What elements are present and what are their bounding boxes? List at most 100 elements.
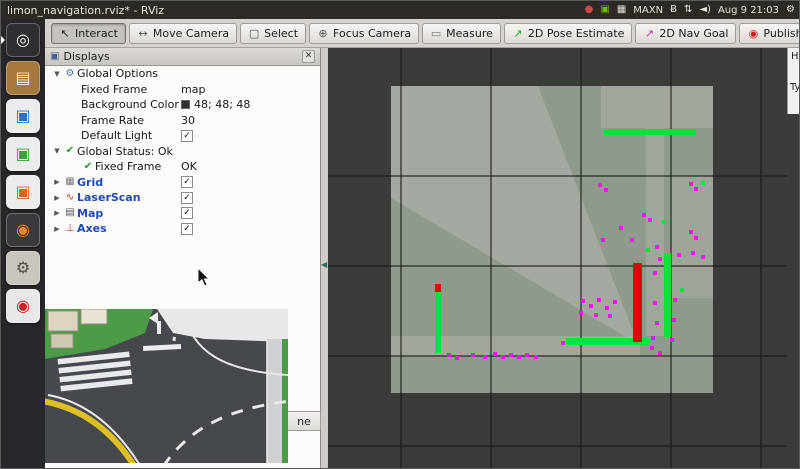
tree-row-default-light[interactable]: Default Light ✓ <box>45 128 320 144</box>
tree-row-axes[interactable]: ▶⊥Axes✓ <box>45 221 320 237</box>
laser-point-magenta <box>655 321 659 325</box>
move-camera-icon: ↔ <box>137 28 149 39</box>
laser-point-magenta <box>605 306 609 310</box>
laser-point-magenta <box>447 353 451 357</box>
camera-image-panel <box>45 309 288 463</box>
displays-panel-title: Displays <box>63 50 109 63</box>
keyboard-icon[interactable]: ▦ <box>617 5 626 15</box>
tool-select[interactable]: ▢Select <box>240 23 306 44</box>
dash-home-glyph: ◎ <box>16 32 30 48</box>
laser-point-magenta <box>642 213 646 217</box>
checkbox[interactable]: ✓ <box>181 192 193 204</box>
tree-label: Fixed Frame <box>81 83 147 96</box>
power-mode-label[interactable]: MAXN <box>633 5 663 16</box>
interact-cursor-icon: ↖ <box>59 28 71 39</box>
tree-row-global-status-ok[interactable]: ▼✔Global Status: Ok <box>45 144 320 160</box>
panel-splitter[interactable]: ◀ <box>321 48 328 469</box>
laser-point-magenta <box>672 318 676 322</box>
tree-label: Frame Rate <box>81 114 144 127</box>
rename-button[interactable]: ne <box>287 411 321 431</box>
laser-point-magenta <box>653 271 657 275</box>
select-box-icon: ▢ <box>248 28 260 39</box>
tree-row-global-options[interactable]: ▼⚙Global Options <box>45 66 320 82</box>
checkbox[interactable]: ✓ <box>181 130 193 142</box>
launcher-item-libreoffice-impress[interactable]: ▣ <box>6 175 40 209</box>
tree-label: Background Color <box>81 98 179 111</box>
tree-label: Default Light <box>81 129 152 142</box>
expander-right-icon[interactable]: ▶ <box>51 225 63 233</box>
tool-2d-pose-estimate[interactable]: ↗2D Pose Estimate <box>504 23 633 44</box>
goal-arrow-icon: ↗ <box>643 28 655 39</box>
check-icon: ✔ <box>81 162 95 172</box>
focus-camera-icon: ⊕ <box>317 28 329 39</box>
network-icon[interactable]: ⇅ <box>684 5 692 15</box>
laser-point-green <box>646 248 650 252</box>
laser-point-magenta <box>613 300 617 304</box>
laser-point-magenta <box>677 253 681 257</box>
camera-building <box>81 309 107 324</box>
displays-panel-header[interactable]: ▣ Displays ✕ <box>45 48 320 66</box>
tree-row-frame-rate[interactable]: Frame Rate 30 <box>45 113 320 129</box>
system-settings-glyph: ⚙ <box>16 260 30 276</box>
window-title: limon_navigation.rviz* - RViz <box>7 4 164 17</box>
tool-interact[interactable]: ↖Interact <box>51 23 126 44</box>
views-panel-hide-label[interactable]: H <box>791 51 799 62</box>
checkbox[interactable]: ✓ <box>181 176 193 188</box>
expander-right-icon[interactable]: ▶ <box>51 194 63 202</box>
launcher-item-libreoffice-writer[interactable]: ▣ <box>6 99 40 133</box>
checkbox[interactable]: ✓ <box>181 223 193 235</box>
files-glyph: ▤ <box>15 70 30 86</box>
gpu-icon[interactable]: ▣ <box>600 5 609 15</box>
system-settings-icon: ⚙ <box>6 251 40 285</box>
software-center-icon: ◉ <box>6 213 40 247</box>
bluetooth-icon[interactable]: Ƀ <box>670 5 677 15</box>
tool-measure[interactable]: ▭Measure <box>422 23 501 44</box>
tool-2d-nav-goal[interactable]: ↗2D Nav Goal <box>635 23 736 44</box>
laser-point-magenta <box>534 355 538 359</box>
laser-point-magenta <box>689 230 693 234</box>
tree-value[interactable]: 30 <box>181 114 195 127</box>
views-panel-edge[interactable]: H Ty <box>787 48 800 114</box>
volume-icon[interactable]: ◄) <box>699 5 711 15</box>
tool-move-camera[interactable]: ↔Move Camera <box>129 23 237 44</box>
power-icon[interactable]: ⚙ <box>786 5 795 15</box>
laser-point-magenta <box>651 336 655 340</box>
expander-right-icon[interactable]: ▶ <box>51 178 63 186</box>
tree-row-map[interactable]: ▶▤Map✓ <box>45 206 320 222</box>
color-value-text: 48; 48; 48 <box>194 98 250 111</box>
collapse-left-icon[interactable]: ◀ <box>321 260 327 269</box>
laser-segment-green <box>604 129 696 135</box>
launcher-item-dash-home[interactable]: ◎ <box>6 23 40 57</box>
launcher-item-libreoffice-calc[interactable]: ▣ <box>6 137 40 171</box>
tree-row-background-color[interactable]: Background Color 48; 48; 48 <box>45 97 320 113</box>
tool-focus-camera[interactable]: ⊕Focus Camera <box>309 23 419 44</box>
launcher-item-files[interactable]: ▤ <box>6 61 40 95</box>
launcher-item-rviz-tool[interactable]: ◉ <box>6 289 40 323</box>
laser-point-magenta <box>648 218 652 222</box>
rviz-tool-icon: ◉ <box>6 289 40 323</box>
checkbox[interactable]: ✓ <box>181 207 193 219</box>
launcher-item-software-center[interactable]: ◉ <box>6 213 40 247</box>
clock-label[interactable]: Aug 9 21:03 <box>718 5 779 16</box>
close-panel-icon[interactable]: ✕ <box>302 50 315 63</box>
map-display-icon: ▤ <box>63 208 77 218</box>
tree-row-grid[interactable]: ▶▦Grid✓ <box>45 175 320 191</box>
record-icon[interactable]: ● <box>585 5 594 15</box>
tree-value[interactable]: map <box>181 83 205 96</box>
tool-label: 2D Pose Estimate <box>528 27 625 40</box>
tree-value[interactable]: 48; 48; 48 <box>181 98 250 111</box>
tree-value[interactable]: OK <box>181 160 197 173</box>
tree-row-fixed-frame[interactable]: ✔Fixed FrameOK <box>45 159 320 175</box>
expander-right-icon[interactable]: ▶ <box>51 209 63 217</box>
3d-view[interactable] <box>328 48 787 469</box>
expander-down-icon[interactable]: ▼ <box>51 147 63 155</box>
libreoffice-impress-glyph: ▣ <box>15 184 30 200</box>
laser-point-magenta <box>658 351 662 355</box>
expander-down-icon[interactable]: ▼ <box>51 70 63 78</box>
launcher-item-system-settings[interactable]: ⚙ <box>6 251 40 285</box>
tree-row-fixed-frame[interactable]: Fixed Frame map <box>45 82 320 98</box>
tree-row-laserscan[interactable]: ▶∿LaserScan✓ <box>45 190 320 206</box>
laser-point-magenta <box>694 236 698 240</box>
libreoffice-calc-glyph: ▣ <box>15 146 30 162</box>
tool-publish-point[interactable]: ◉Publish Point <box>739 23 800 44</box>
